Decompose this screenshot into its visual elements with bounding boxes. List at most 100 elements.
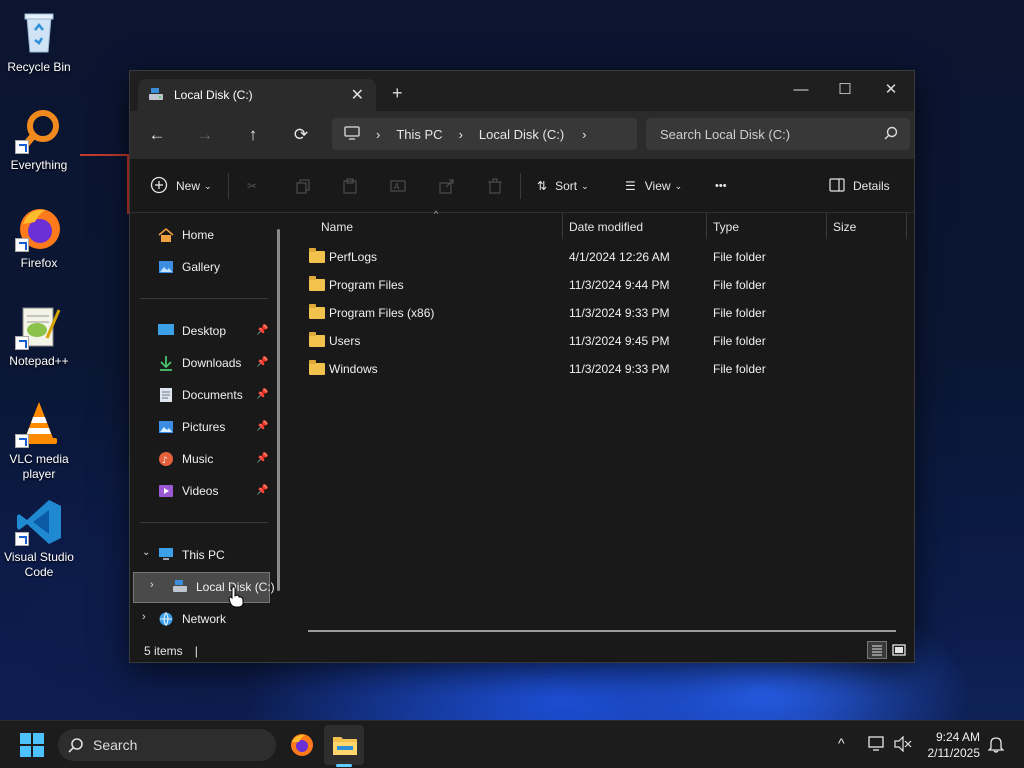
details-view-icon[interactable] — [867, 641, 887, 659]
sidebar-item-label: This PC — [182, 548, 225, 562]
file-name: PerfLogs — [329, 250, 378, 264]
notification-bell-icon[interactable] — [987, 735, 1005, 756]
desktop-icon-notepadpp[interactable]: Notepad++ — [2, 302, 76, 369]
close-button[interactable]: ✕ — [868, 75, 914, 103]
horizontal-scrollbar[interactable] — [308, 630, 896, 632]
copy-icon[interactable] — [295, 174, 311, 198]
file-explorer-window[interactable]: Local Disk (C:) ✕ + — ☐ ✕ ← → ↑ ⟳ › This… — [129, 70, 915, 663]
folder-icon — [309, 360, 325, 375]
cut-icon[interactable]: ✂ — [247, 174, 257, 198]
details-label: Details — [853, 179, 890, 193]
new-button[interactable]: New ⌄ — [150, 174, 212, 198]
chevron-right-icon[interactable]: › — [142, 611, 146, 623]
clock-date: 2/11/2025 — [927, 746, 981, 760]
volume-muted-icon[interactable] — [894, 735, 912, 755]
chevron-up-icon[interactable]: ^ — [838, 735, 845, 751]
sidebar-divider — [140, 298, 268, 299]
sidebar-item-documents[interactable]: Documents — [158, 381, 243, 409]
paste-icon[interactable] — [342, 174, 358, 198]
sort-button[interactable]: ⇅ Sort ⌄ — [537, 174, 589, 198]
svg-text:A: A — [394, 182, 400, 191]
column-header-date[interactable]: Date modified — [562, 213, 643, 241]
tab-close-icon[interactable]: ✕ — [351, 85, 364, 105]
sidebar-item-network[interactable]: Network — [158, 605, 226, 633]
vlc-cone-icon — [15, 400, 63, 448]
pin-icon[interactable]: 📌 — [256, 325, 268, 336]
tab-local-disk[interactable]: Local Disk (C:) ✕ — [138, 79, 376, 111]
file-list[interactable]: ^ Name Date modified Type Size PerfLogs … — [290, 209, 916, 637]
breadcrumb-this-pc[interactable]: This PC — [396, 127, 442, 142]
chevron-down-icon[interactable]: ⌄ — [142, 547, 150, 558]
file-date: 4/1/2024 12:26 AM — [569, 250, 670, 264]
table-row[interactable]: PerfLogs 4/1/2024 12:26 AM File folder — [290, 243, 900, 271]
chevron-down-icon: ⌄ — [581, 180, 589, 191]
taskbar-search-box[interactable]: Search — [58, 729, 276, 761]
desktop-icon-label: Recycle Bin — [7, 60, 71, 74]
column-header-name[interactable]: Name — [314, 213, 353, 241]
view-button[interactable]: ☰ View ⌄ — [625, 174, 682, 198]
table-row[interactable]: Program Files 11/3/2024 9:44 PM File fol… — [290, 271, 900, 299]
maximize-button[interactable]: ☐ — [822, 75, 868, 103]
sidebar-item-home[interactable]: Home — [158, 221, 214, 249]
delete-icon[interactable] — [487, 174, 503, 198]
forward-arrow-icon[interactable]: → — [193, 123, 217, 147]
table-row[interactable]: Users 11/3/2024 9:45 PM File folder — [290, 327, 900, 355]
up-arrow-icon[interactable]: ↑ — [241, 123, 265, 147]
desktop-icon-everything[interactable]: Everything — [2, 106, 76, 173]
rename-icon[interactable]: A — [390, 174, 406, 198]
sidebar-item-local-disk[interactable]: Local Disk (C:) — [172, 573, 275, 601]
title-bar[interactable]: Local Disk (C:) ✕ + — ☐ ✕ — [130, 71, 914, 111]
column-header-type[interactable]: Type — [706, 213, 739, 241]
pin-icon[interactable]: 📌 — [256, 485, 268, 496]
gallery-icon — [158, 259, 176, 275]
status-divider: | — [194, 643, 198, 658]
breadcrumb-separator[interactable]: › — [459, 127, 463, 142]
details-button[interactable]: Details — [829, 174, 890, 198]
taskbar-firefox-icon[interactable] — [290, 733, 314, 760]
column-header-size[interactable]: Size — [826, 213, 856, 241]
breadcrumb-separator[interactable]: › — [582, 127, 586, 142]
pin-icon[interactable]: 📌 — [256, 453, 268, 464]
breadcrumb-local-disk[interactable]: Local Disk (C:) — [479, 127, 564, 142]
new-tab-button[interactable]: + — [392, 83, 403, 104]
sidebar-item-downloads[interactable]: Downloads — [158, 349, 241, 377]
address-bar[interactable]: › This PC › Local Disk (C:) › — [332, 118, 637, 150]
this-pc-icon — [158, 547, 176, 563]
chevron-right-icon[interactable]: › — [150, 579, 154, 591]
minimize-button[interactable]: — — [778, 75, 824, 103]
file-name: Users — [329, 334, 361, 348]
svg-text:♪: ♪ — [162, 456, 168, 466]
start-windows-icon[interactable] — [20, 733, 44, 760]
sidebar-scrollbar[interactable] — [277, 229, 280, 591]
pin-icon[interactable]: 📌 — [256, 421, 268, 432]
pin-icon[interactable]: 📌 — [256, 389, 268, 400]
desktop-icon-vscode[interactable]: Visual Studio Code — [2, 498, 76, 580]
sidebar-item-videos[interactable]: Videos — [158, 477, 218, 505]
refresh-icon[interactable]: ⟳ — [289, 123, 313, 147]
desktop-icon-vlc[interactable]: VLC media player — [2, 400, 76, 482]
sidebar-item-desktop[interactable]: Desktop — [158, 317, 226, 345]
breadcrumb-separator[interactable]: › — [376, 127, 380, 142]
table-row[interactable]: Program Files (x86) 11/3/2024 9:33 PM Fi… — [290, 299, 900, 327]
folder-icon — [309, 332, 325, 347]
desktop-icon-firefox[interactable]: Firefox — [2, 204, 76, 271]
search-input[interactable]: Search Local Disk (C:) — [646, 118, 910, 150]
taskbar-file-explorer-icon[interactable] — [332, 733, 358, 760]
pin-icon[interactable]: 📌 — [256, 357, 268, 368]
share-icon[interactable] — [439, 174, 455, 198]
file-type: File folder — [713, 334, 766, 348]
sidebar-item-pictures[interactable]: Pictures — [158, 413, 225, 441]
column-divider[interactable] — [906, 213, 907, 239]
sidebar-item-music[interactable]: ♪ Music — [158, 445, 213, 473]
navigation-pane[interactable]: Home Gallery Desktop 📌 Downloads 📌 Docum… — [130, 213, 280, 637]
back-arrow-icon[interactable]: ← — [145, 123, 169, 147]
more-options-button[interactable]: ••• — [715, 174, 727, 198]
sidebar-item-gallery[interactable]: Gallery — [158, 253, 220, 281]
desktop-icon-recycle-bin[interactable]: Recycle Bin — [2, 8, 76, 75]
tiles-view-icon[interactable] — [889, 641, 909, 659]
table-row[interactable]: Windows 11/3/2024 9:33 PM File folder — [290, 355, 900, 383]
network-display-icon[interactable] — [868, 736, 886, 755]
file-type: File folder — [713, 278, 766, 292]
sidebar-item-this-pc[interactable]: This PC — [158, 541, 225, 569]
system-clock[interactable]: 9:24 AM 2/11/2025 — [918, 729, 981, 761]
